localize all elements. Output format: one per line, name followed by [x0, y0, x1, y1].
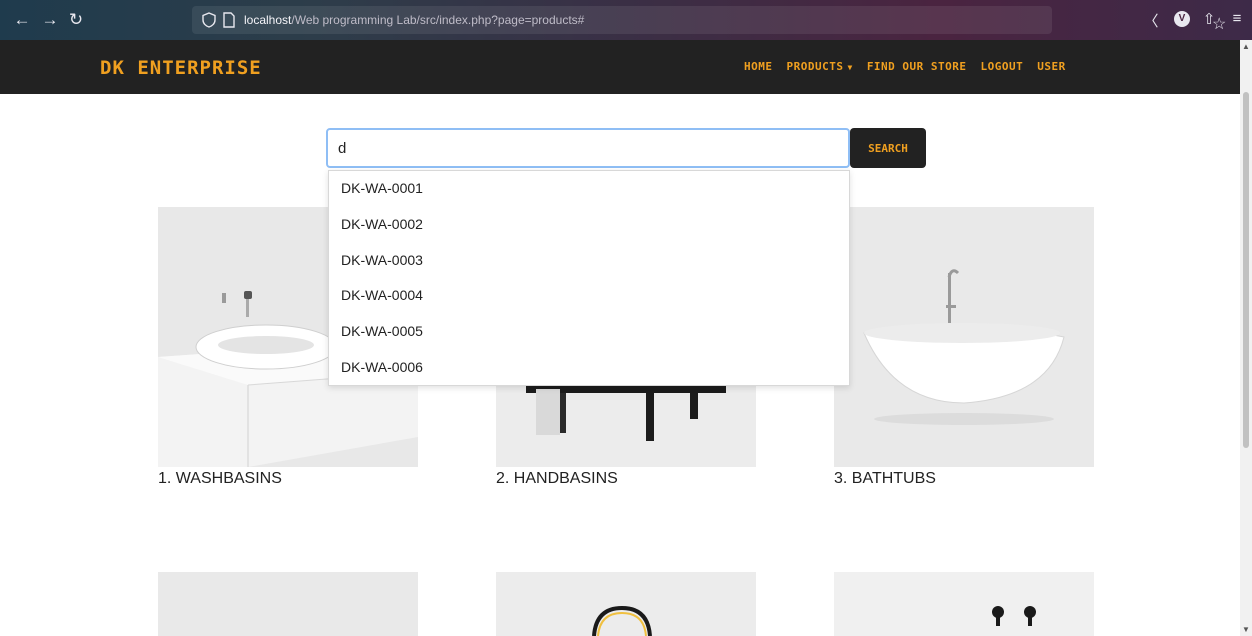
back-icon[interactable]: ←: [12, 10, 32, 30]
product-title[interactable]: 2. HANDBASINS: [496, 470, 618, 488]
scroll-thumb[interactable]: [1243, 92, 1249, 448]
mirror-illustration: [496, 572, 756, 636]
brand-logo[interactable]: DK ENTERPRISE: [100, 57, 262, 79]
account-avatar[interactable]: V: [1174, 11, 1190, 27]
caret-down-icon: ▼: [847, 62, 853, 72]
nav-find-store[interactable]: FIND OUR STORE: [867, 60, 967, 73]
tap-image[interactable]: [834, 572, 1094, 636]
nav-user[interactable]: USER: [1037, 60, 1066, 73]
scroll-up-icon[interactable]: ▲: [1240, 42, 1252, 51]
share-icon[interactable]: ⇧: [1200, 10, 1218, 28]
url-host: localhost: [244, 13, 292, 27]
shield-icon: [202, 12, 216, 28]
nav-products-label: PRODUCTS: [786, 60, 844, 73]
page-scrollbar[interactable]: ▲ ▼: [1240, 40, 1252, 636]
product-title[interactable]: 3. BATHTUBS: [834, 470, 936, 488]
tap-illustration: [834, 572, 1094, 636]
suggestion-item[interactable]: DK-WA-0006: [329, 350, 849, 386]
suggestion-item[interactable]: DK-WA-0003: [329, 243, 849, 279]
reload-icon[interactable]: ↻: [66, 10, 86, 30]
bathtub-illustration: [834, 207, 1094, 467]
nav-home[interactable]: HOME: [744, 60, 773, 73]
suggestion-item[interactable]: DK-WA-0004: [329, 278, 849, 314]
nav-links: HOME PRODUCTS ▼ FIND OUR STORE LOGOUT USE…: [744, 60, 1066, 73]
bathtub-image[interactable]: [834, 207, 1094, 467]
menu-icon[interactable]: ≡: [1228, 10, 1246, 27]
scroll-down-icon[interactable]: ▼: [1240, 625, 1252, 634]
address-bar[interactable]: localhost/Web programming Lab/src/index.…: [192, 6, 1226, 34]
suggestion-item[interactable]: DK-WA-0002: [329, 207, 849, 243]
suggestion-item[interactable]: DK-WA-0005: [329, 314, 849, 350]
nav-logout[interactable]: LOGOUT: [981, 60, 1024, 73]
search-suggestions: DK-WA-0001 DK-WA-0002 DK-WA-0003 DK-WA-0…: [328, 170, 850, 386]
site-navbar: DK ENTERPRISE HOME PRODUCTS ▼ FIND OUR ST…: [0, 40, 1240, 94]
page-icon: [223, 12, 235, 28]
url-text: localhost/Web programming Lab/src/index.…: [244, 13, 584, 27]
product-image[interactable]: [158, 572, 418, 636]
suggestion-item[interactable]: DK-WA-0001: [329, 171, 849, 207]
pocket-icon[interactable]: 〈: [1142, 10, 1160, 31]
search-button[interactable]: SEARCH: [850, 128, 926, 168]
url-path: /Web programming Lab/src/index.php?page=…: [291, 13, 585, 27]
nav-products[interactable]: PRODUCTS ▼: [787, 60, 853, 73]
search-input[interactable]: [326, 128, 850, 168]
product-title[interactable]: 1. WASHBASINS: [158, 470, 282, 488]
forward-icon[interactable]: →: [40, 10, 60, 30]
mirror-image[interactable]: [496, 572, 756, 636]
browser-toolbar: ← → ↻ localhost/Web programming Lab/src/…: [0, 0, 1252, 40]
